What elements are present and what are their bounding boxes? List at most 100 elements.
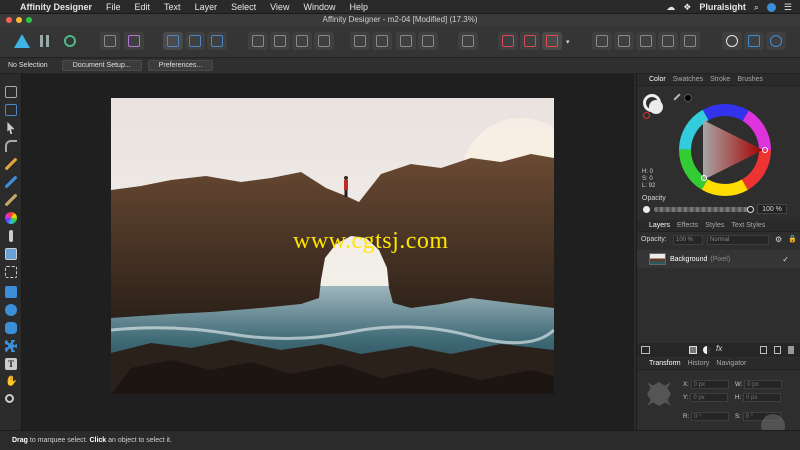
layer-settings-gear-icon[interactable]: ⚙ [775, 235, 782, 244]
fill-swatch[interactable] [649, 100, 663, 114]
move-tool-icon[interactable] [5, 86, 17, 98]
tab-history[interactable]: History [688, 360, 710, 367]
group-layer-icon[interactable] [774, 346, 781, 354]
snap-options-button[interactable] [520, 32, 540, 50]
boolean-subtract-button[interactable] [614, 32, 634, 50]
pixel-persona-icon[interactable] [40, 35, 52, 47]
transform-origin-button[interactable] [185, 32, 205, 50]
fill-tool-icon[interactable] [5, 212, 17, 224]
opacity-slider[interactable] [654, 207, 750, 212]
add-layer-icon[interactable] [760, 346, 767, 354]
mask-icon[interactable] [689, 346, 697, 354]
point-transform-tool-icon[interactable] [5, 140, 17, 152]
rectangle-tool-icon[interactable] [5, 286, 17, 298]
boolean-intersect-button[interactable] [636, 32, 656, 50]
boolean-combine-button[interactable] [680, 32, 700, 50]
menu-view[interactable]: View [270, 2, 289, 12]
tab-effects[interactable]: Effects [677, 222, 698, 229]
ellipse-tool-icon[interactable] [5, 304, 17, 316]
snap-dropdown-chevron-icon[interactable]: ▾ [566, 38, 570, 46]
layer-opacity-field[interactable]: 100 % [673, 235, 703, 245]
snapping-manager-button[interactable] [100, 32, 120, 50]
color-wheel[interactable] [675, 100, 775, 200]
r-input[interactable]: 0 ° [691, 412, 729, 421]
menu-select[interactable]: Select [231, 2, 256, 12]
tab-navigator[interactable]: Navigator [716, 360, 746, 367]
move-forward-button[interactable] [292, 32, 312, 50]
menu-window[interactable]: Window [303, 2, 335, 12]
lock-icon[interactable]: 🔒 [788, 235, 797, 243]
menu-text[interactable]: Text [164, 2, 181, 12]
opacity-slider-end-knob[interactable] [747, 206, 754, 213]
opacity-value-field[interactable]: 100 % [757, 204, 787, 214]
node-tool-icon[interactable] [7, 122, 15, 134]
move-back-button[interactable] [270, 32, 290, 50]
no-fill-icon[interactable] [643, 112, 650, 119]
canvas-area[interactable]: www.cgtsj.com [22, 74, 634, 430]
move-to-front-button[interactable] [314, 32, 334, 50]
menu-list-icon[interactable]: ☰ [784, 2, 792, 13]
layer-visibility-check-icon[interactable]: ✓ [782, 255, 789, 264]
insert-top-button[interactable] [744, 32, 764, 50]
boolean-add-button[interactable] [592, 32, 612, 50]
menu-edit[interactable]: Edit [135, 2, 151, 12]
zoom-window-button[interactable] [26, 17, 32, 23]
w-input[interactable]: 0 px [744, 380, 783, 389]
adjustment-icon[interactable] [703, 346, 711, 354]
tab-text-styles[interactable]: Text Styles [731, 222, 765, 229]
anchor-point-selector[interactable] [647, 382, 671, 406]
menu-file[interactable]: File [106, 2, 121, 12]
close-window-button[interactable] [6, 17, 12, 23]
pen-tool-icon[interactable] [5, 158, 17, 170]
rotate-button[interactable] [207, 32, 227, 50]
transparency-tool-icon[interactable] [9, 230, 13, 242]
y-input[interactable]: 0 px [690, 393, 729, 402]
dropbox-icon[interactable]: ❖ [683, 2, 691, 13]
snap-magnet-button[interactable] [542, 32, 562, 50]
search-icon[interactable]: ⌕ [754, 2, 759, 13]
tab-swatches[interactable]: Swatches [673, 76, 703, 83]
tab-color[interactable]: Color [649, 76, 666, 83]
crop-tool-icon[interactable] [5, 266, 17, 278]
flip-horizontal-button[interactable] [350, 32, 370, 50]
view-hand-tool-icon[interactable]: ✋ [5, 376, 17, 388]
artboard-tool-icon[interactable] [5, 104, 17, 116]
layer-row-background[interactable]: Background (Pixel) ✓ [637, 250, 800, 268]
rotate-right-button[interactable] [418, 32, 438, 50]
x-input[interactable]: 0 px [690, 380, 729, 389]
app-name-menu[interactable]: Affinity Designer [20, 2, 92, 12]
export-persona-icon[interactable] [64, 35, 76, 47]
preferences-button[interactable]: Preferences... [147, 60, 214, 71]
menu-layer[interactable]: Layer [195, 2, 218, 12]
transform-button[interactable] [163, 32, 183, 50]
tab-brushes[interactable]: Brushes [737, 76, 763, 83]
minimize-window-button[interactable] [16, 17, 22, 23]
blend-mode-select[interactable]: Normal [707, 235, 769, 245]
delete-layer-icon[interactable] [788, 346, 794, 354]
user-avatar[interactable] [766, 2, 776, 12]
tab-styles[interactable]: Styles [705, 222, 724, 229]
snapping-toggle-button[interactable] [498, 32, 518, 50]
rounded-rectangle-tool-icon[interactable] [5, 322, 17, 334]
pencil-tool-icon[interactable] [5, 176, 17, 188]
fx-icon[interactable]: fx [716, 344, 722, 353]
insert-inside-button[interactable] [766, 32, 786, 50]
tab-layers[interactable]: Layers [649, 222, 670, 229]
align-button[interactable] [458, 32, 478, 50]
text-tool-icon[interactable]: T [5, 358, 17, 370]
cog-shape-tool-icon[interactable] [5, 340, 17, 352]
zoom-tool-icon[interactable] [5, 394, 14, 403]
boolean-divide-button[interactable] [658, 32, 678, 50]
opacity-slider-knob[interactable] [643, 206, 650, 213]
h-input[interactable]: 0 px [743, 393, 781, 402]
flip-vertical-button[interactable] [372, 32, 392, 50]
insert-behind-button[interactable] [722, 32, 742, 50]
layer-stack-icon[interactable] [641, 346, 650, 354]
document-setup-button[interactable]: Document Setup... [61, 60, 142, 71]
vector-brush-tool-icon[interactable] [5, 194, 17, 206]
menu-help[interactable]: Help [349, 2, 368, 12]
color-picker-button[interactable] [124, 32, 144, 50]
place-image-tool-icon[interactable] [5, 248, 17, 260]
background-photo[interactable]: www.cgtsj.com [111, 98, 554, 394]
tab-stroke[interactable]: Stroke [710, 76, 730, 83]
